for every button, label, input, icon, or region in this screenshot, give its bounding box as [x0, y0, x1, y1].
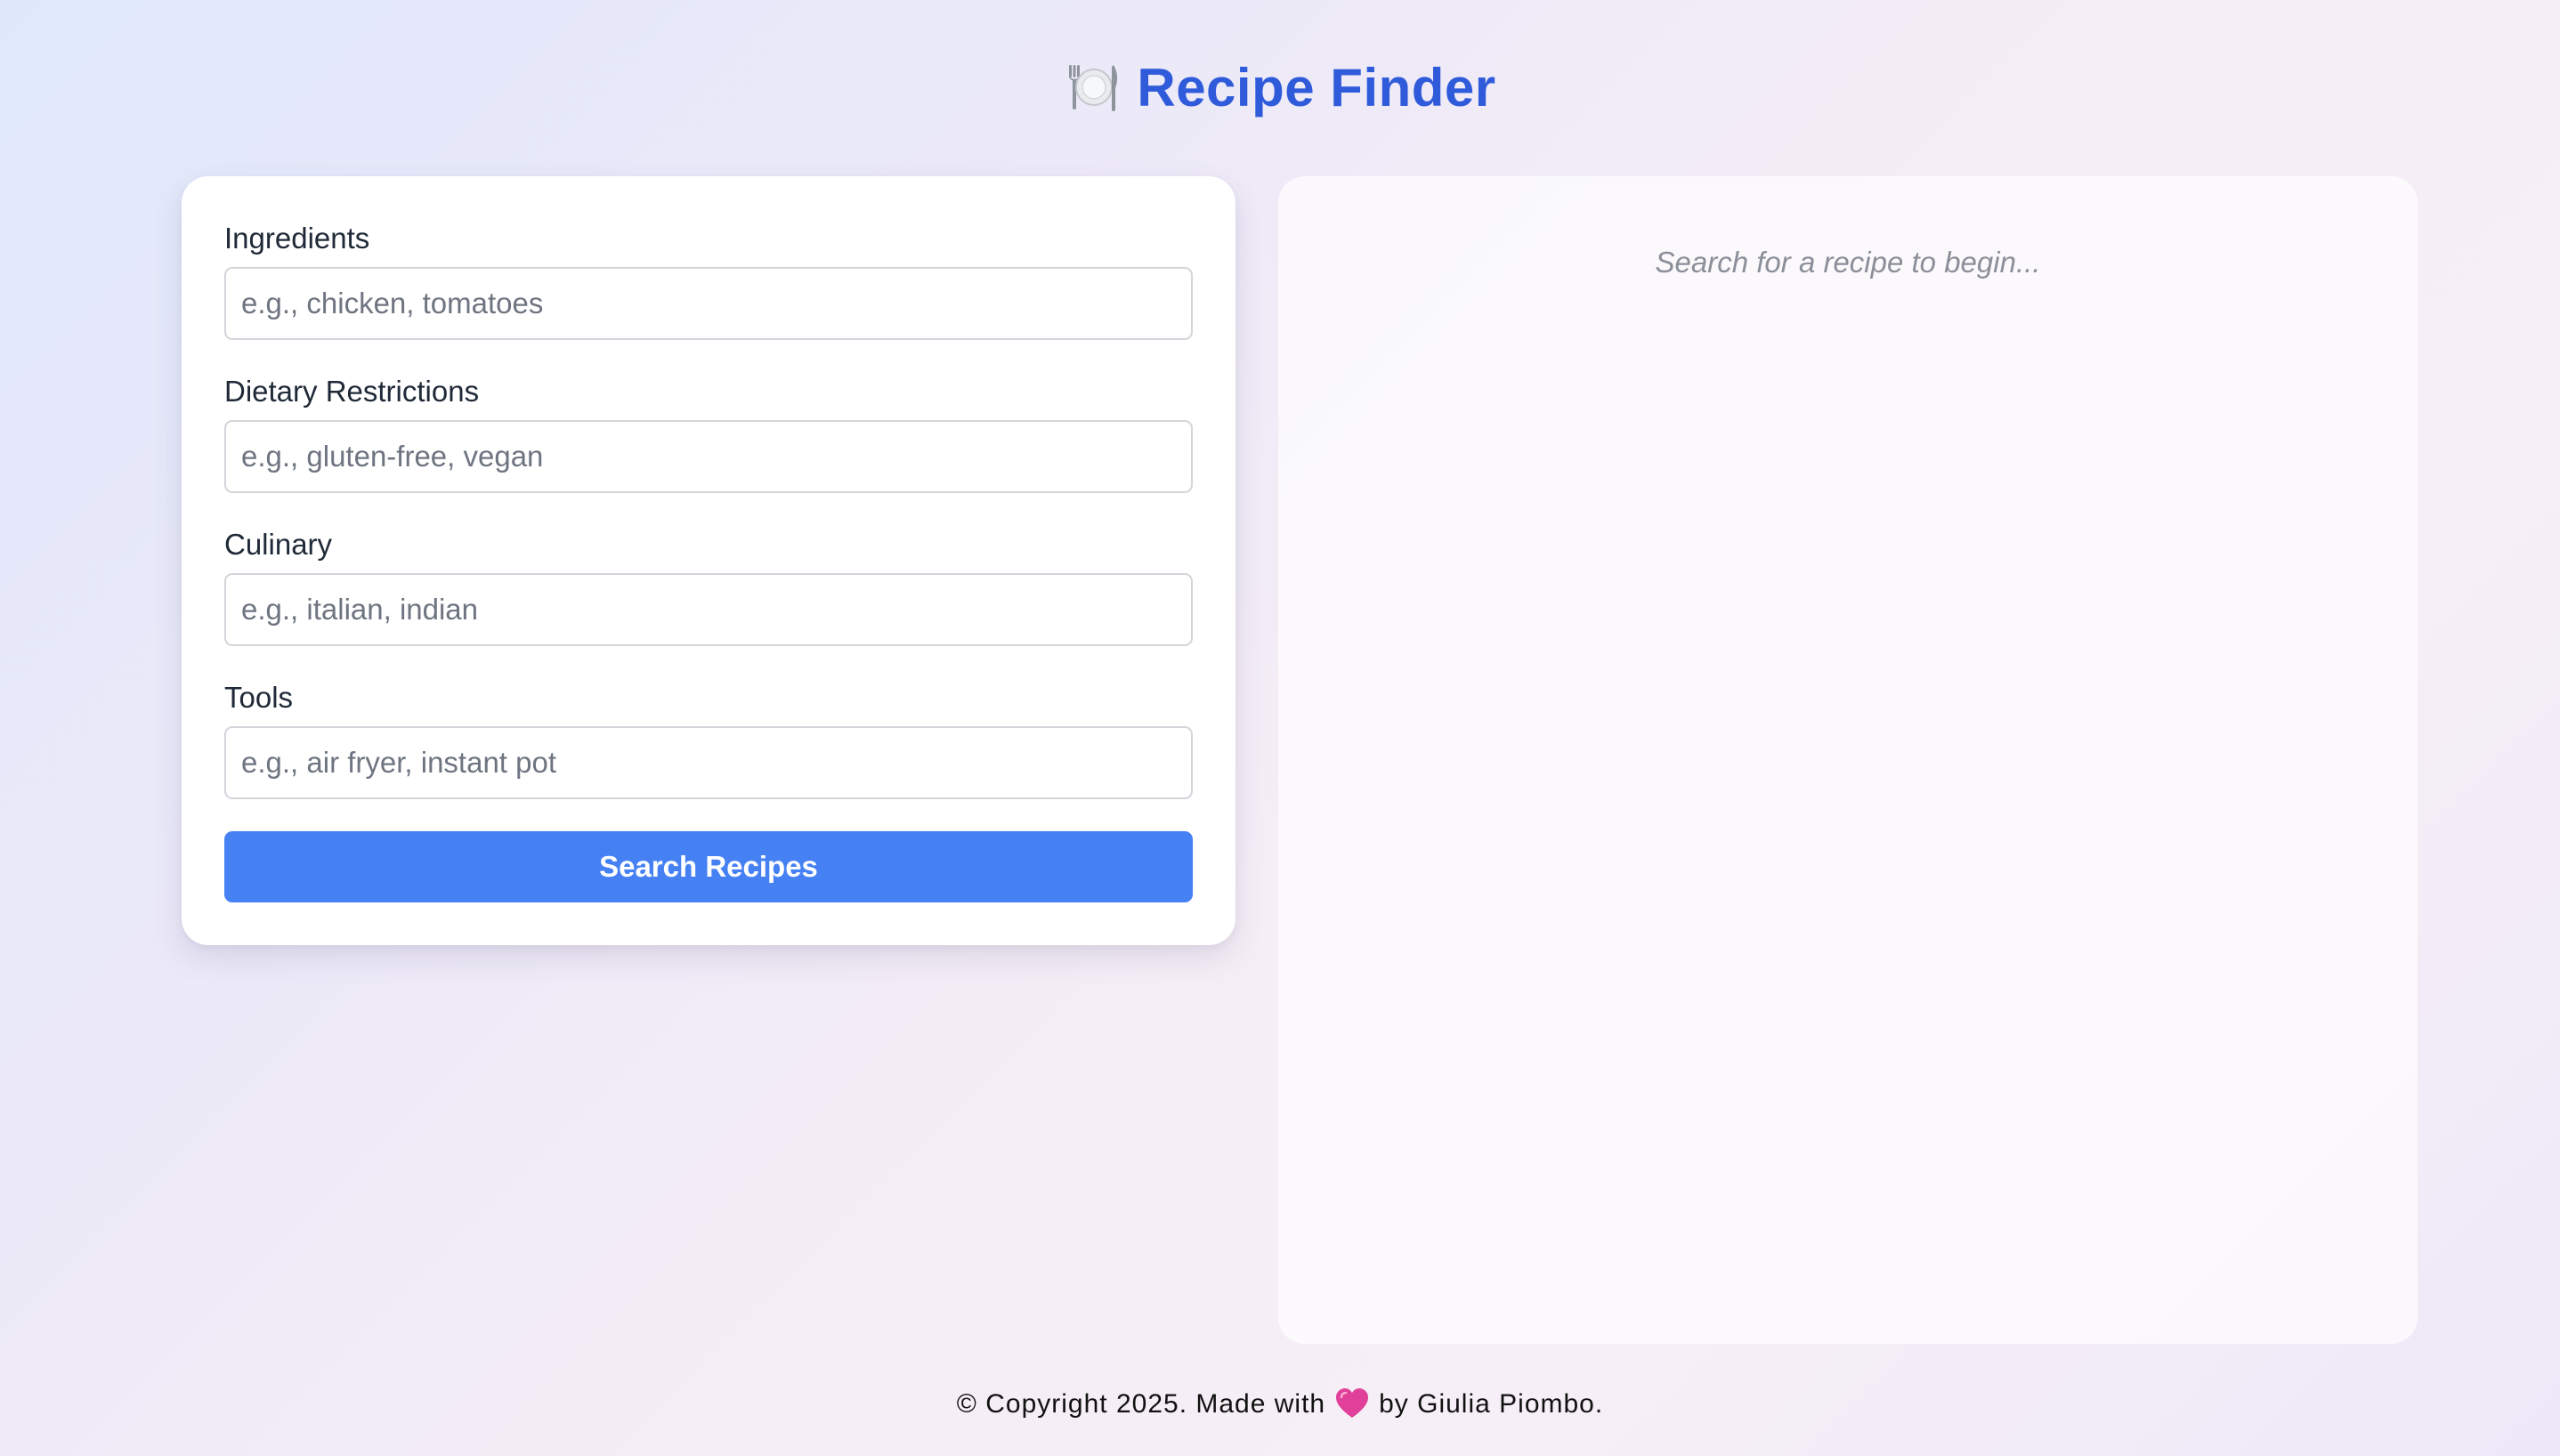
tools-label: Tools [224, 681, 294, 714]
search-recipes-button[interactable]: Search Recipes [224, 831, 1193, 902]
dietary-restrictions-label: Dietary Restrictions [224, 375, 480, 408]
footer-author-text: by Giulia Piombo. [1379, 1389, 1604, 1419]
culinary-label: Culinary [224, 528, 333, 561]
page-header: Recipe Finder [0, 52, 2560, 123]
recipe-search-form: Ingredients Dietary Restrictions Culinar… [182, 176, 1235, 945]
ingredients-input[interactable] [224, 267, 1193, 340]
results-panel: Search for a recipe to begin... [1278, 176, 2418, 1344]
page-title: Recipe Finder [1137, 57, 1496, 117]
page-footer: © Copyright 2025. Made with by Giulia Pi… [0, 1384, 2560, 1425]
footer-copyright-text: © Copyright 2025. Made with [956, 1389, 1326, 1419]
tools-input[interactable] [224, 726, 1193, 799]
heart-icon [1334, 1387, 1370, 1422]
results-empty-message: Search for a recipe to begin... [1655, 246, 2041, 279]
ingredients-label: Ingredients [224, 222, 370, 255]
culinary-input[interactable] [224, 573, 1193, 646]
dietary-restrictions-input[interactable] [224, 420, 1193, 493]
plate-with-cutlery-icon [1064, 58, 1122, 117]
